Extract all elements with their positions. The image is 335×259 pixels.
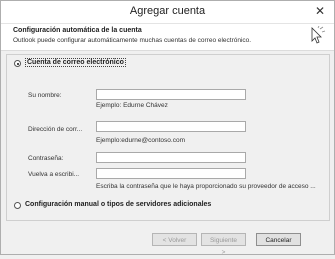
email-account-radio[interactable]: [14, 60, 21, 67]
add-account-dialog: Agregar cuenta ✕ Configuración automátic…: [0, 0, 335, 256]
close-button[interactable]: ✕: [312, 3, 328, 19]
email-label: Dirección de corr...: [28, 126, 83, 133]
retype-password-hint: Escriba la contraseña que le haya propor…: [96, 183, 316, 190]
manual-config-label[interactable]: Configuración manual o tipos de servidor…: [25, 201, 211, 208]
email-input[interactable]: [96, 121, 246, 132]
email-account-label[interactable]: Cuenta de correo electrónico: [25, 58, 126, 67]
dialog-header: Configuración automática de la cuenta Ou…: [1, 24, 334, 51]
password-input[interactable]: [96, 152, 246, 163]
retype-password-input[interactable]: [96, 168, 246, 179]
password-label: Contraseña:: [28, 155, 64, 162]
next-button[interactable]: Siguiente >: [201, 233, 246, 256]
cursor-arrow-icon: [311, 26, 326, 44]
window-title: Agregar cuenta: [129, 5, 206, 17]
retype-password-label: Vuelva a escribi...: [28, 171, 80, 178]
title-bar: Agregar cuenta ✕: [1, 1, 334, 24]
back-button[interactable]: < Volver: [152, 233, 197, 246]
name-input[interactable]: [96, 89, 246, 100]
header-subtitle: Outlook puede configurar automáticamente…: [13, 37, 252, 44]
name-label: Su nombre:: [28, 92, 62, 99]
name-hint: Ejemplo: Edurne Chávez: [96, 102, 168, 109]
header-title: Configuración automática de la cuenta: [13, 27, 142, 34]
email-hint: Ejemplo:edurne@contoso.com: [96, 137, 185, 144]
cancel-button[interactable]: Cancelar: [256, 233, 301, 246]
manual-config-radio[interactable]: [14, 202, 21, 209]
